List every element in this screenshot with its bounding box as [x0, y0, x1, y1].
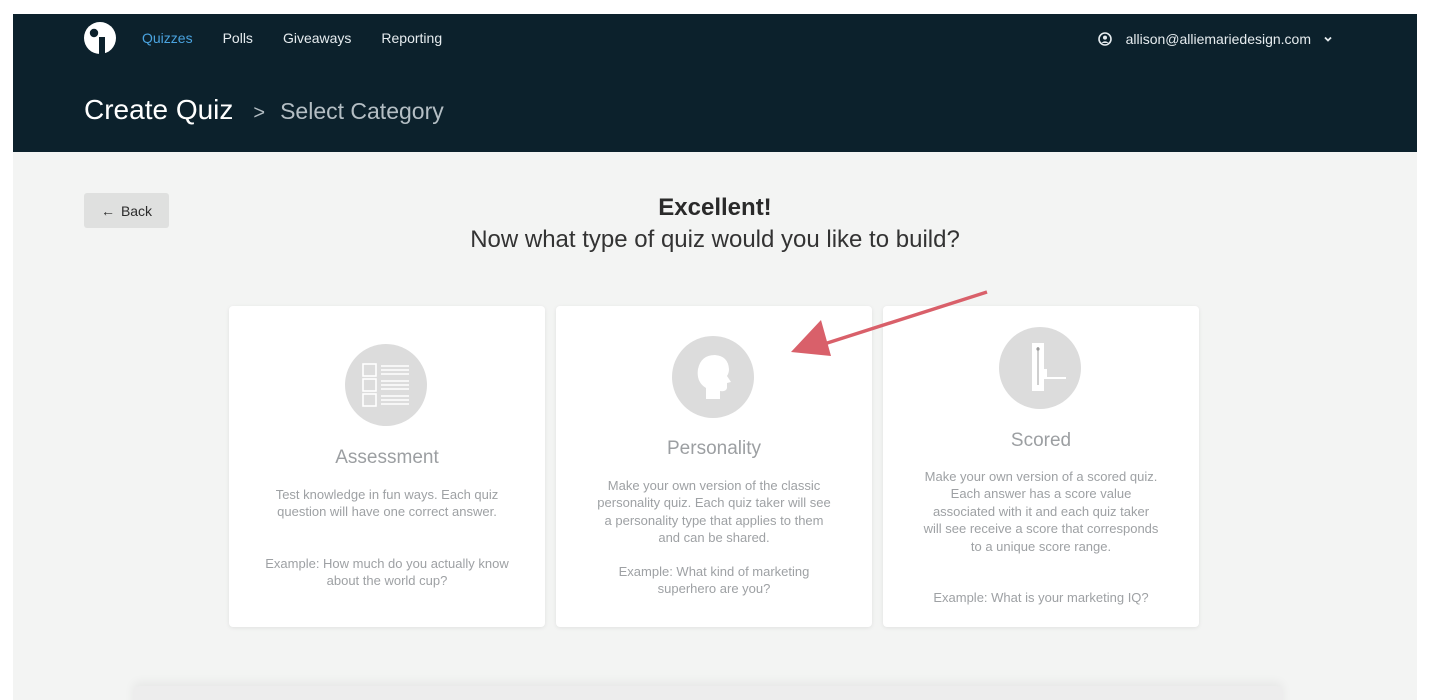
checklist-icon — [345, 344, 427, 426]
page-title-bar: Create Quiz > Select Category — [84, 94, 444, 126]
card-description: Make your own version of a scored quiz. … — [923, 469, 1159, 554]
card-assessment[interactable]: Assessment Test knowledge in fun ways. E… — [229, 306, 545, 627]
breadcrumb-separator: > — [253, 102, 266, 124]
brand-logo-icon[interactable] — [83, 21, 117, 55]
prompt-heading: Excellent! Now what type of quiz would y… — [13, 194, 1417, 254]
breadcrumb-current: Select Category — [280, 98, 444, 124]
card-title: Personality — [667, 438, 761, 459]
user-icon — [1097, 32, 1112, 46]
user-menu[interactable]: allison@alliemariedesign.com — [1097, 31, 1333, 47]
heading-excellent: Excellent! — [658, 194, 772, 221]
card-description: Test knowledge in fun ways. Each quiz qu… — [275, 487, 499, 520]
heading-question: Now what type of quiz would you like to … — [470, 226, 960, 253]
card-title: Scored — [1010, 430, 1072, 451]
card-scored[interactable]: Scored Make your own version of a scored… — [883, 306, 1199, 627]
nav-quizzes[interactable]: Quizzes — [142, 30, 193, 46]
card-description: Make your own version of the classic per… — [597, 478, 831, 546]
card-example: Example: What is your marketing IQ? — [933, 590, 1149, 605]
nav-polls[interactable]: Polls — [223, 30, 253, 46]
top-header: Quizzes Polls Giveaways Reporting alliso… — [13, 14, 1417, 152]
nav-reporting[interactable]: Reporting — [381, 30, 442, 46]
page-title: Create Quiz — [84, 94, 234, 125]
main-nav: Quizzes Polls Giveaways Reporting — [142, 30, 472, 46]
card-example: Example: How much do you actually know a… — [265, 556, 509, 589]
thermometer-icon — [999, 327, 1081, 409]
chevron-down-icon — [1324, 36, 1332, 42]
lower-panel-edge — [133, 686, 1283, 700]
user-email: allison@alliemariedesign.com — [1125, 31, 1311, 47]
card-example: Example: What kind of marketing superher… — [618, 564, 810, 597]
nav-giveaways[interactable]: Giveaways — [283, 30, 351, 46]
head-profile-icon — [672, 336, 754, 418]
app-frame: Quizzes Polls Giveaways Reporting alliso… — [13, 14, 1417, 700]
card-title: Assessment — [335, 447, 439, 468]
card-personality[interactable]: Personality Make your own version of the… — [556, 306, 872, 627]
